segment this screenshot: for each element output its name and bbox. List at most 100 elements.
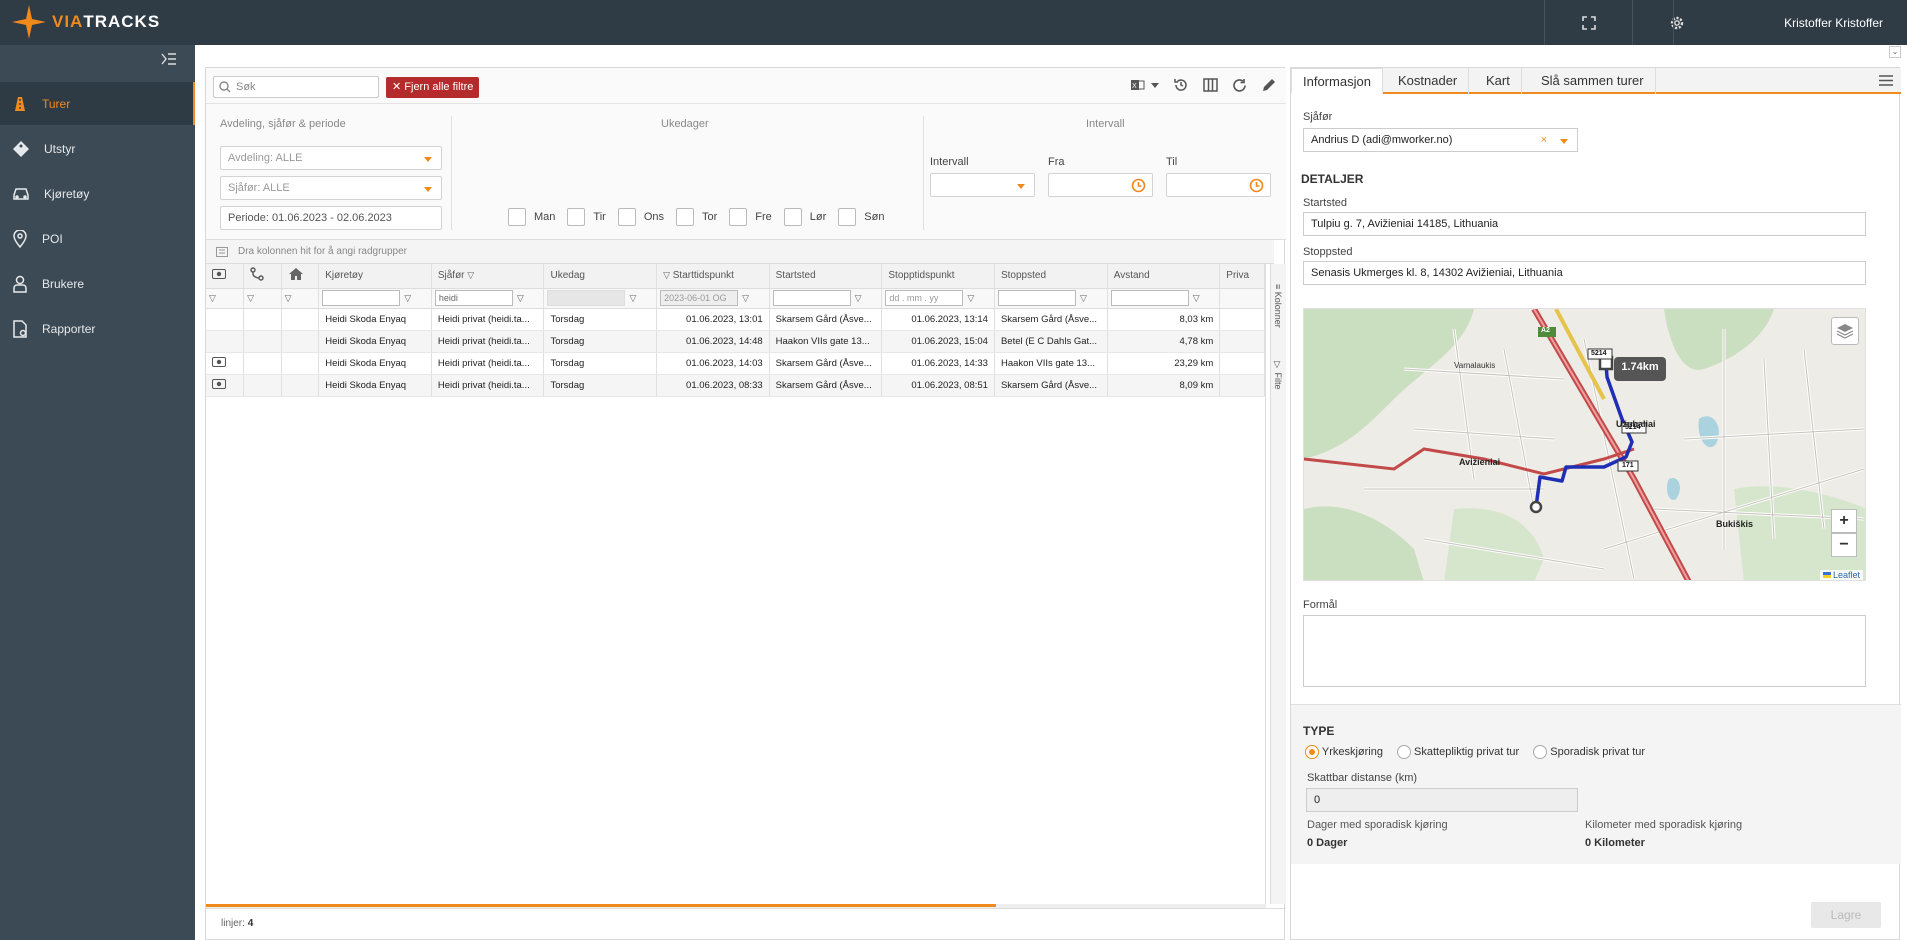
detail-tabs: Informasjon Kostnader Kart Slå sammen tu… xyxy=(1291,68,1901,94)
group-drop-zone[interactable]: Dra kolonnen hit for å angi radgrupper xyxy=(206,240,1274,264)
weekday-4-checkbox[interactable]: Fre xyxy=(717,208,772,226)
distance-filter-input[interactable] xyxy=(1110,290,1189,306)
merge-column-header[interactable] xyxy=(243,264,282,289)
layers-button[interactable] xyxy=(1831,317,1859,345)
table-row[interactable]: Heidi Skoda Enyaq Heidi privat (heidi.ta.… xyxy=(206,330,1265,353)
column-header-start-time[interactable]: ▽ Starttidspunkt xyxy=(656,264,770,289)
filter-icon[interactable]: ▽ xyxy=(1080,293,1087,304)
sidebar-item-rapporter[interactable]: Rapporter xyxy=(0,307,195,350)
stop-place-filter-input[interactable] xyxy=(997,290,1076,306)
weekday-6-checkbox[interactable]: Søn xyxy=(826,208,884,226)
column-header-driver[interactable]: Sjåfør ▽ xyxy=(431,264,545,289)
tab-merge-trips[interactable]: Slå sammen turer xyxy=(1530,68,1656,94)
tab-filter[interactable]: ▽ Filte xyxy=(1273,360,1283,390)
radio-taxable-private[interactable]: Skattepliktig privat tur xyxy=(1396,745,1519,759)
fullscreen-button[interactable] xyxy=(1544,0,1632,45)
weekday-0-checkbox[interactable]: Man xyxy=(496,208,555,226)
filter-icon[interactable]: ▽ xyxy=(855,293,862,304)
refresh-icon[interactable] xyxy=(1232,78,1247,93)
column-header-weekday[interactable]: Ukedag xyxy=(543,264,658,289)
columns-icon[interactable] xyxy=(1203,78,1218,92)
user-menu[interactable]: Kristoffer Kristoffer xyxy=(1673,0,1883,45)
column-header-stop-place[interactable]: Stoppsted xyxy=(994,264,1108,289)
home-column-header[interactable] xyxy=(281,264,320,289)
chevron-down-icon xyxy=(1560,139,1568,144)
driver-filter-input[interactable]: heidi xyxy=(434,290,513,306)
logo[interactable]: VIATRACKS xyxy=(12,5,160,39)
tab-kostnader[interactable]: Kostnader xyxy=(1387,68,1470,94)
sidebar-item-utstyr[interactable]: Utstyr xyxy=(0,127,195,170)
clear-filters-button[interactable]: ✕ Fjern alle filtre xyxy=(386,77,480,98)
edit-icon[interactable] xyxy=(1261,78,1276,93)
history-icon[interactable] xyxy=(1173,77,1189,93)
column-header-stop-time[interactable]: Stopptidspunkt xyxy=(881,264,995,289)
tab-kart[interactable]: Kart xyxy=(1475,68,1522,94)
tab-informasjon[interactable]: Informasjon xyxy=(1291,68,1383,94)
save-button[interactable]: Lagre xyxy=(1811,902,1881,928)
search-input[interactable]: Søk xyxy=(213,76,379,98)
map-attribution[interactable]: Leaflet xyxy=(1819,570,1863,580)
weekday-2-checkbox[interactable]: Ons xyxy=(606,208,664,226)
start-place-filter-input[interactable] xyxy=(772,290,851,306)
weekday-5-checkbox[interactable]: Lør xyxy=(772,208,826,226)
filter-icon[interactable]: ▽ xyxy=(742,293,749,304)
interval-select[interactable] xyxy=(930,173,1035,197)
filter-icon[interactable]: ▽ xyxy=(517,293,524,304)
sidebar-item-brukere[interactable]: Brukere xyxy=(0,262,195,305)
table-row[interactable]: Heidi Skoda Enyaq Heidi privat (heidi.ta.… xyxy=(206,352,1265,375)
department-select[interactable]: Avdeling: ALLE xyxy=(220,146,442,170)
filter-icon[interactable]: ▽ xyxy=(404,293,411,304)
period-input[interactable]: Periode: 01.06.2023 - 02.06.2023 xyxy=(220,206,442,230)
eye-icon[interactable] xyxy=(212,378,226,389)
sidebar-item-kjoretoy[interactable]: Kjøretøy xyxy=(0,172,195,215)
table-row[interactable]: Heidi Skoda Enyaq Heidi privat (heidi.ta.… xyxy=(206,308,1265,331)
clear-icon[interactable]: × xyxy=(1541,129,1547,151)
tag-icon xyxy=(13,140,29,157)
weekday-1-checkbox[interactable]: Tir xyxy=(555,208,606,226)
radio-sporadic-private[interactable]: Sporadisk privat tur xyxy=(1533,745,1645,759)
route-map[interactable]: 1.74km A2 5214 5214 171 Varnalaukis Aviž… xyxy=(1303,308,1866,581)
column-header-private[interactable]: Priva xyxy=(1219,264,1265,289)
taxable-distance-field[interactable]: 0 xyxy=(1306,788,1578,812)
excel-icon: X xyxy=(1131,80,1145,90)
sidebar-item-poi[interactable]: POI xyxy=(0,217,195,260)
checkbox-box xyxy=(567,208,586,226)
stop-place-field[interactable]: Senasis Ukmerges kl. 8, 14302 Avižieniai… xyxy=(1303,261,1866,285)
driver-select[interactable]: Sjåfør: ALLE xyxy=(220,176,442,200)
purpose-textarea[interactable] xyxy=(1303,615,1866,687)
scroll-down-icon[interactable]: ⌄ xyxy=(1889,46,1901,58)
filter-icon[interactable]: ▽ xyxy=(629,293,636,304)
weekday-3-checkbox[interactable]: Tor xyxy=(664,208,717,226)
export-excel-button[interactable]: X xyxy=(1131,79,1159,91)
scrollbar-thumb[interactable] xyxy=(206,904,996,907)
tab-columns[interactable]: ≡ Kolonner xyxy=(1273,284,1283,328)
filter-icon[interactable]: ▽ xyxy=(247,293,254,303)
from-time-input[interactable] xyxy=(1048,173,1153,197)
filter-icon[interactable]: ▽ xyxy=(967,293,974,304)
start-place-field[interactable]: Tulpiu g. 7, Avižieniai 14185, Lithuania xyxy=(1303,212,1866,236)
weekday-label: Tir xyxy=(593,211,606,223)
radio-button xyxy=(1396,745,1411,759)
to-time-input[interactable] xyxy=(1166,173,1271,197)
table-row[interactable]: Heidi Skoda Enyaq Heidi privat (heidi.ta.… xyxy=(206,374,1265,397)
eye-icon[interactable] xyxy=(212,356,226,367)
radio-business[interactable]: Yrkeskjøring xyxy=(1305,745,1383,759)
menu-icon[interactable] xyxy=(1879,75,1893,86)
collapse-sidebar-icon[interactable] xyxy=(161,53,177,68)
column-header-distance[interactable]: Avstand xyxy=(1107,264,1221,289)
start-time-filter-input[interactable]: 2023-06-01 OG xyxy=(660,290,739,306)
weekday-label: Søn xyxy=(864,211,885,223)
eye-column-header[interactable] xyxy=(206,264,245,289)
filter-icon[interactable]: ▽ xyxy=(285,293,292,303)
filter-icon[interactable]: ▽ xyxy=(209,293,216,303)
column-header-start-place[interactable]: Startsted xyxy=(769,264,883,289)
sidebar-item-turer[interactable]: Turer xyxy=(0,82,195,125)
zoom-out-button[interactable]: − xyxy=(1831,533,1857,557)
column-header-vehicle[interactable]: Kjøretøy xyxy=(318,264,432,289)
cell-stop-place: Betel (E C Dahls Gat... xyxy=(994,330,1108,353)
driver-select[interactable]: Andrius D (adi@mworker.no) × xyxy=(1303,128,1578,152)
stop-time-filter-input[interactable]: dd . mm . yy xyxy=(885,290,964,306)
zoom-in-button[interactable]: + xyxy=(1831,509,1857,533)
filter-icon[interactable]: ▽ xyxy=(1193,293,1200,304)
vehicle-filter-input[interactable] xyxy=(322,290,401,306)
